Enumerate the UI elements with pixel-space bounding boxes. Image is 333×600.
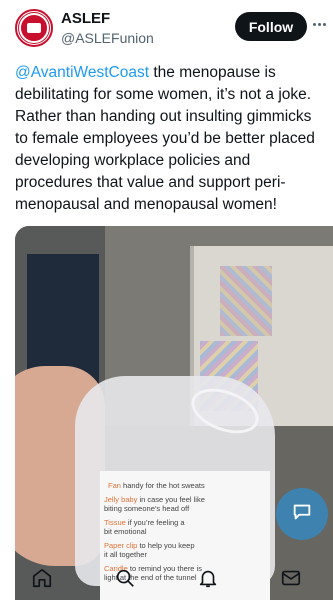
card-line: Tissue if you’re feeling a xyxy=(104,518,185,527)
card-line: Jelly baby in case you feel like xyxy=(104,495,205,504)
card-line: bit emotional xyxy=(104,527,147,536)
tweet-photo[interactable]: Fan handy for the hot sweats Jelly baby … xyxy=(15,226,333,600)
mention-link[interactable]: @AvantiWestCoast xyxy=(15,64,149,81)
notifications-icon[interactable] xyxy=(195,565,221,591)
tweet-text: @AvantiWestCoast the menopause is debili… xyxy=(15,62,327,216)
bottom-navigation xyxy=(0,556,333,600)
follow-button[interactable]: Follow xyxy=(235,12,307,41)
card-line: biting someone’s head off xyxy=(104,504,190,513)
more-options-icon[interactable] xyxy=(313,16,331,32)
aslef-avatar[interactable] xyxy=(15,9,53,47)
search-icon[interactable] xyxy=(112,565,138,591)
card-line: Fan handy for the hot sweats xyxy=(108,481,205,490)
aslef-logo-icon xyxy=(19,13,49,43)
author-handle[interactable]: @ASLEFunion xyxy=(61,30,154,46)
tweet-body: the menopause is debilitating for some w… xyxy=(15,64,315,213)
wall-poster xyxy=(220,266,272,336)
home-icon[interactable] xyxy=(29,565,55,591)
author-name[interactable]: ASLEF xyxy=(61,10,110,27)
messages-icon[interactable] xyxy=(278,565,304,591)
card-line: Paper clip to help you keep xyxy=(104,541,195,550)
compose-button[interactable] xyxy=(276,488,328,540)
tweet-header: ASLEF @ASLEFunion Follow xyxy=(0,0,333,56)
compose-icon xyxy=(291,501,313,528)
